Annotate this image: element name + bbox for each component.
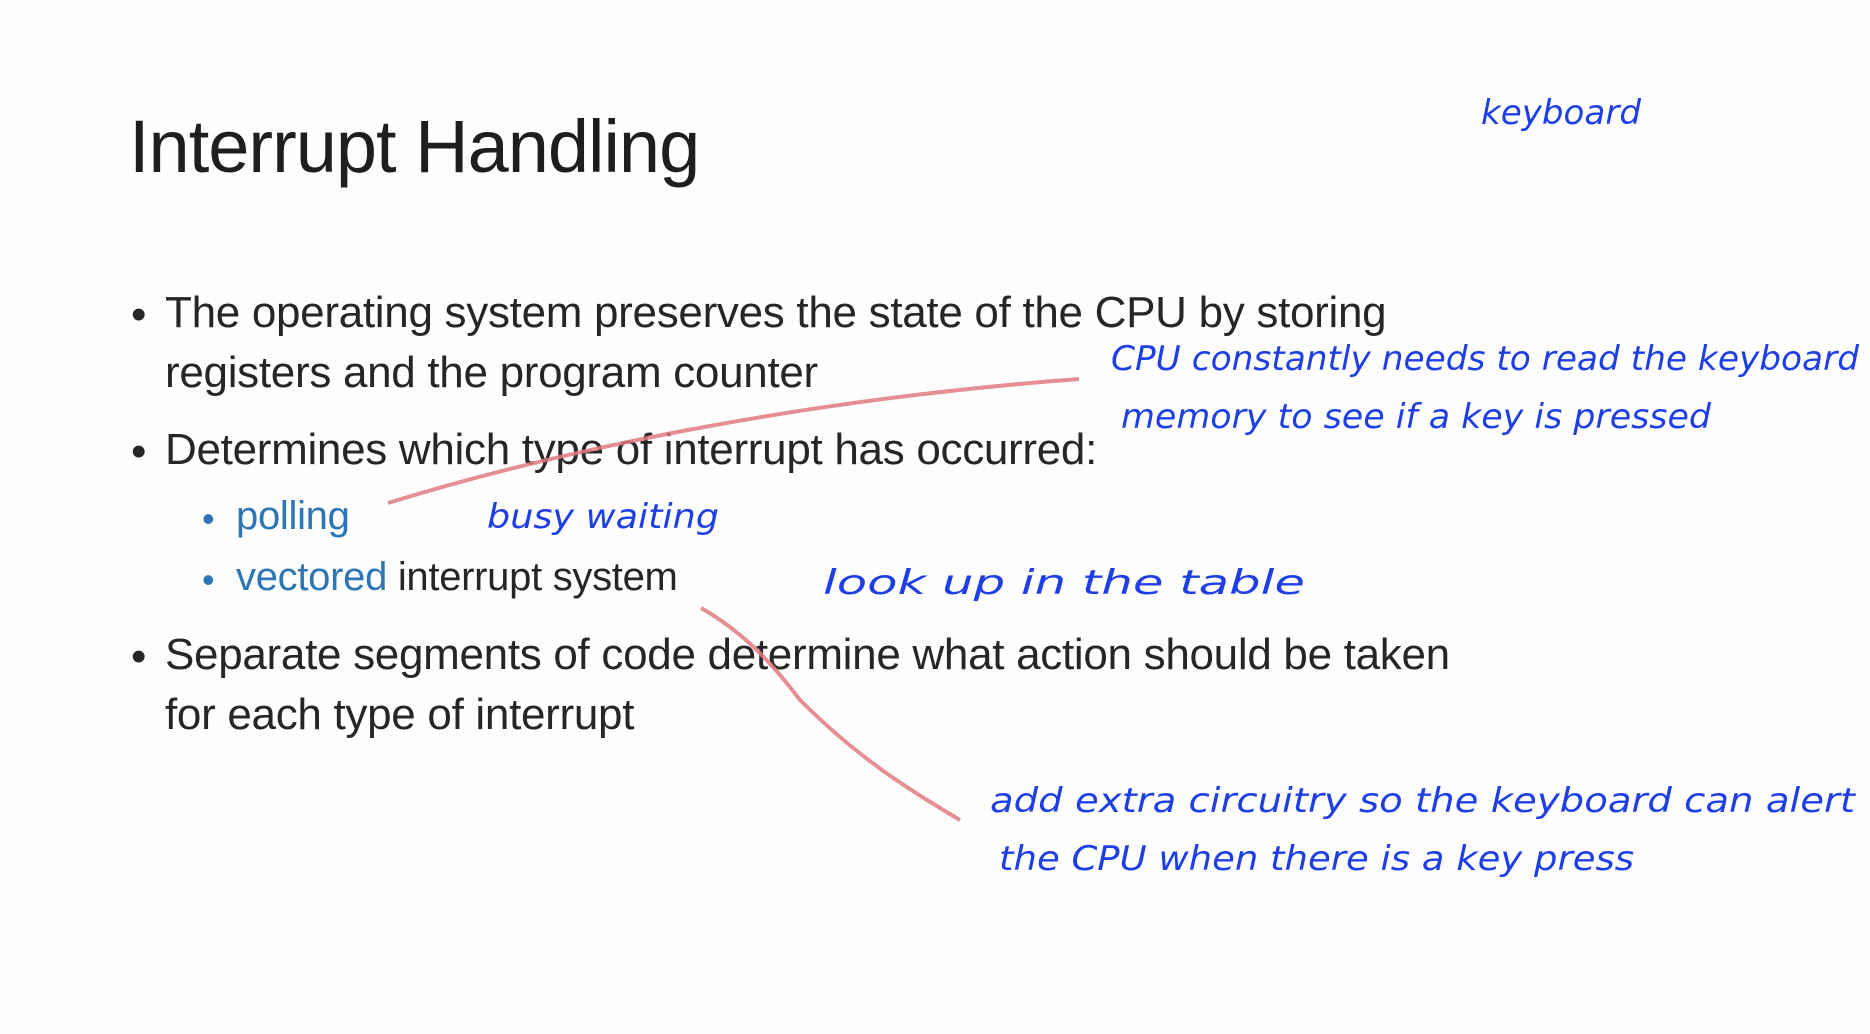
- handwritten-polling-note-2: memory to see if a key is pressed: [1121, 397, 1711, 437]
- handwritten-vectored-note-2: the CPU when there is a key press: [999, 839, 1634, 879]
- ink-annotations: keyboard CPU constantly needs to read th…: [387, 93, 1859, 879]
- handwritten-vectored-note-1: add extra circuitry so the keyboard can …: [990, 781, 1857, 821]
- red-connector-line-vectored: [700, 606, 962, 822]
- handwritten-busy-waiting: busy waiting: [487, 497, 719, 537]
- handwritten-look-up: look up in the table: [823, 563, 1305, 603]
- slide: Interrupt Handling • The operating syste…: [0, 0, 1870, 1034]
- handwritten-keyboard: keyboard: [1481, 93, 1641, 133]
- red-connector-line-polling: [387, 377, 1080, 505]
- handwritten-polling-note-1: CPU constantly needs to read the keyboar…: [1111, 339, 1859, 379]
